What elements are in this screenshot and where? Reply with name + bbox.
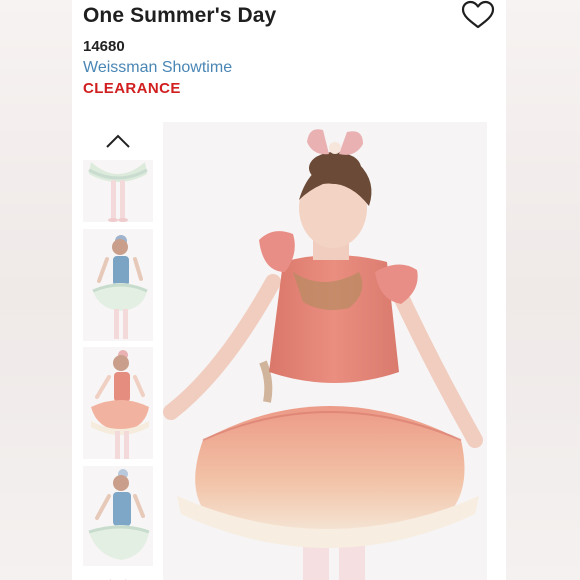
product-title: One Summer's Day: [83, 4, 277, 27]
thumbnail-3[interactable]: [83, 347, 153, 459]
chevron-up-icon[interactable]: [105, 132, 131, 150]
thumbnail-4[interactable]: [83, 466, 153, 566]
clearance-badge: CLEARANCE: [83, 80, 181, 97]
main-product-image: [163, 122, 487, 580]
thumbnail-2[interactable]: [83, 229, 153, 341]
product-sku: 14680: [83, 38, 125, 55]
chevron-down-icon[interactable]: [108, 574, 128, 580]
right-backdrop: [506, 0, 580, 580]
favorite-heart-icon[interactable]: [458, 0, 498, 30]
product-page: One Summer's Day 14680 Weissman Showtime…: [72, 0, 506, 580]
thumbnail-1[interactable]: [83, 160, 153, 222]
brand-link[interactable]: Weissman Showtime: [83, 59, 232, 77]
left-backdrop: [0, 0, 72, 580]
